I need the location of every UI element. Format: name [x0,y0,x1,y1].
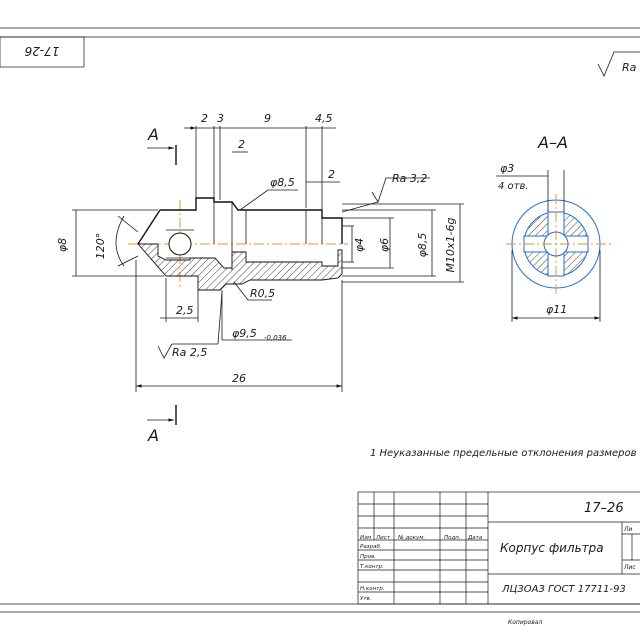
drawing-canvas: 17-26 Ra A A 2 3 9 4,5 2 2 φ8,5 Ra 3,2 φ… [0,27,640,626]
dim-holes: 4 отв. [498,181,529,192]
row-prov: Пров. [360,554,376,560]
dim-9: 9 [264,112,271,125]
dim-phi4: φ4 [353,238,366,252]
technical-note: 1 Неуказанные предельные отклонения разм… [370,448,640,459]
col-podp: Подп. [444,535,461,541]
section-view-title: A–A [537,133,568,152]
designation: 17–26 [584,501,624,516]
roughness-ra25: Ra 2,5 [172,346,207,359]
drawing-sheet: 17-26 Ra A A 2 3 9 4,5 2 2 φ8,5 Ra 3,2 φ… [0,0,640,640]
row-tkontr: Т.контр. [360,564,384,570]
list-label: Лис [623,564,636,571]
dim-r0-5: R0,5 [250,287,275,300]
dim-thread: M10x1-6g [444,218,457,273]
material: ЛЦЗОАЗ ГОСТ 17711-93 [501,584,626,595]
footer-label: Копировал [508,619,542,626]
dim-phi8-5: φ8,5 [416,233,429,258]
dim-4-5: 4,5 [315,112,333,125]
dim-phi11: φ11 [546,303,567,316]
dim-phi3: φ3 [500,162,514,175]
title-block: Изм Лист № докум. Подп. Дата Разраб. Про… [357,491,640,605]
dim-2-5: 2,5 [176,304,194,317]
dim-phi8-5-top: φ8,5 [270,176,295,189]
dim-phi9-5-tol: -0,036 [264,334,287,342]
dimensions-left: φ8 120° [56,209,164,277]
section-label-bottom: A [147,426,159,445]
row-nkontr: Н.контр. [360,586,385,592]
section-marker-bottom: A [147,405,177,445]
dim-phi8: φ8 [56,238,69,252]
dimensions-right: φ4 φ6 φ8,5 M10x1-6g [342,203,464,283]
section-label-top: A [147,125,159,144]
dim-120deg: 120° [94,233,107,260]
col-list: Лист [375,535,391,541]
lit-label: Ли [623,526,633,533]
rotated-number: 17-26 [24,44,59,58]
part-name: Корпус фильтра [500,541,604,555]
dim-2b: 2 [238,138,245,151]
dim-2c: 2 [328,168,335,181]
section-view-aa: A–A φ3 4 отв. φ11 [496,133,612,322]
row-utv: Утв. [360,596,372,602]
general-roughness-label: Ra [622,61,637,74]
rotated-number-box: 17-26 [0,36,85,68]
roughness-ra32: Ra 3,2 [341,172,430,213]
col-doc: № докум. [397,535,425,541]
general-roughness: Ra [597,51,640,77]
dimensions-top: 2 3 9 4,5 2 2 φ8,5 [184,112,340,216]
dim-phi6: φ6 [378,238,391,252]
dim-3: 3 [217,112,224,125]
row-razrab: Разраб. [360,544,382,550]
col-data: Дата [467,535,483,541]
dim-2a: 2 [201,112,208,125]
col-izm: Изм [360,535,371,541]
hatched-section [137,243,343,291]
dim-phi9-5: φ9,5 [232,327,257,340]
section-marker-top: A [147,125,177,165]
dim-26: 26 [232,372,246,385]
roughness-ra32-label: Ra 3,2 [392,172,427,185]
